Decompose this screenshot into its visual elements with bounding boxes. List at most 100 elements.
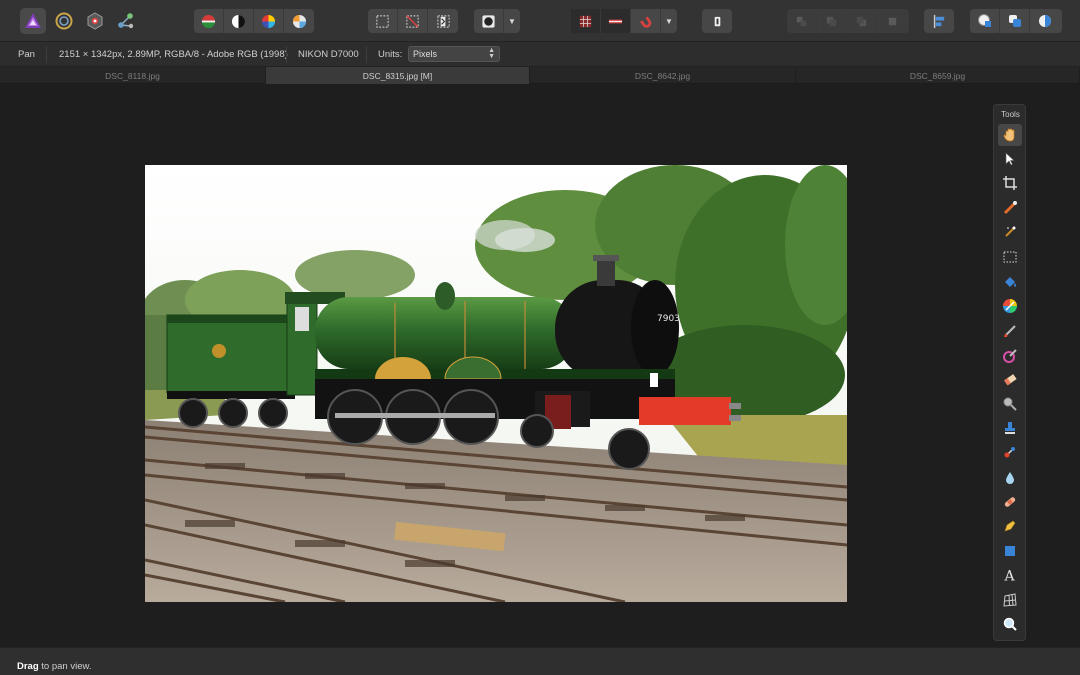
liquify-persona-icon <box>55 12 73 30</box>
select-all-button[interactable] <box>368 9 398 33</box>
number-plate: 7903 <box>657 314 680 324</box>
crop-tool-button[interactable] <box>998 172 1022 194</box>
rectangle-tool-button[interactable] <box>998 540 1022 562</box>
pen-tool-button[interactable] <box>998 515 1022 537</box>
tab-dsc-8659[interactable]: DSC_8659.jpg <box>796 67 1080 84</box>
subtract-button[interactable] <box>1000 9 1030 33</box>
image-info: 2151 × 1342px, 2.89MP, RGBA/8 - Adobe RG… <box>59 49 288 60</box>
paint-brush-button[interactable] <box>998 320 1022 342</box>
flood-fill-button[interactable] <box>998 271 1022 293</box>
magic-wand-icon <box>1005 226 1016 237</box>
tab-dsc-8118[interactable]: DSC_8118.jpg <box>0 67 266 84</box>
clone-stamp-icon <box>1005 422 1015 434</box>
quick-mask-dropdown[interactable]: ▼ <box>504 9 520 33</box>
selection-brush-button[interactable] <box>998 197 1022 219</box>
tools-panel: Tools A <box>993 104 1026 641</box>
snapping-dropdown[interactable]: ▼ <box>661 9 677 33</box>
paint-brush-icon <box>1004 325 1016 337</box>
white-balance-icon <box>292 14 306 28</box>
tab-dsc-8315[interactable]: DSC_8315.jpg [M] <box>266 67 530 84</box>
separator <box>286 46 287 63</box>
levels-icon <box>201 14 216 28</box>
mesh-warp-button[interactable] <box>998 589 1022 611</box>
move-front-icon <box>888 17 896 25</box>
move-tool-button[interactable] <box>998 148 1022 170</box>
magnet-icon <box>640 16 652 28</box>
color-replacement-button[interactable] <box>998 345 1022 367</box>
marquee-icon <box>1003 251 1017 263</box>
document-canvas[interactable]: 7903 <box>0 85 1080 647</box>
dodge-icon <box>1003 397 1017 411</box>
select-all-icon <box>376 14 389 28</box>
zoom-tool-button[interactable] <box>998 613 1022 635</box>
hand-icon <box>1003 128 1015 142</box>
text-icon: A <box>1004 569 1016 584</box>
tab-label: DSC_8642.jpg <box>634 70 691 81</box>
move-forward-one-icon <box>856 16 867 26</box>
invert-selection-button[interactable] <box>428 9 458 33</box>
add-shape-icon <box>977 14 991 27</box>
svg-text:A: A <box>1004 569 1016 584</box>
tab-label: DSC_8118.jpg <box>105 70 160 81</box>
develop-persona-icon <box>87 12 103 30</box>
mask-icon <box>714 16 720 26</box>
assistant-button[interactable] <box>601 9 631 33</box>
subtract-shape-icon <box>1008 15 1021 27</box>
develop-persona-button[interactable] <box>82 8 108 34</box>
units-select[interactable]: Pixels ▲ ▼ <box>408 46 500 62</box>
selection-group <box>368 9 458 33</box>
marquee-tool-button[interactable] <box>998 246 1022 268</box>
white-balance-button[interactable] <box>284 9 314 33</box>
deselect-icon <box>406 14 419 28</box>
quick-mask-icon <box>482 14 495 28</box>
export-persona-button[interactable] <box>113 8 139 34</box>
flood-select-button[interactable] <box>998 221 1022 243</box>
view-tool-button[interactable] <box>998 124 1022 146</box>
main-toolbar: ▼ ▼ <box>0 0 1080 42</box>
blur-brush-button[interactable] <box>998 467 1022 489</box>
photo-persona-button[interactable] <box>20 8 46 34</box>
context-toolbar: Pan 2151 × 1342px, 2.89MP, RGBA/8 - Adob… <box>0 42 1080 67</box>
mask-layer-button[interactable] <box>702 9 732 33</box>
status-hint-action: Drag <box>17 661 39 672</box>
status-hint: Drag to pan view. <box>17 661 91 672</box>
add-button[interactable] <box>970 9 1000 33</box>
selection-brush-icon <box>1003 201 1017 215</box>
align-button[interactable] <box>924 9 954 33</box>
units-value: Pixels <box>413 49 438 59</box>
gradient-tool-button[interactable] <box>998 295 1022 317</box>
clone-brush-button[interactable] <box>998 417 1022 439</box>
color-replacement-icon <box>1003 349 1017 363</box>
boolean-group <box>970 9 1062 33</box>
quick-mask-button[interactable] <box>474 9 504 33</box>
intersect-button[interactable] <box>1030 9 1060 33</box>
snapping-button[interactable] <box>631 9 661 33</box>
status-bar: Drag to pan view. <box>0 647 1080 675</box>
export-persona-icon <box>118 13 134 29</box>
red-eye-icon <box>1004 447 1015 458</box>
red-eye-button[interactable] <box>998 441 1022 463</box>
text-tool-button[interactable]: A <box>998 564 1022 586</box>
photo-image[interactable]: 7903 <box>145 165 847 602</box>
move-back-icon <box>796 16 807 26</box>
auto-colors-button[interactable] <box>254 9 284 33</box>
levels-button[interactable] <box>194 9 224 33</box>
separator <box>366 46 367 63</box>
tab-dsc-8642[interactable]: DSC_8642.jpg <box>530 67 796 84</box>
healing-brush-button[interactable] <box>998 491 1022 513</box>
grid-icon <box>579 15 592 27</box>
liquify-persona-button[interactable] <box>51 8 77 34</box>
deselect-button[interactable] <box>398 9 428 33</box>
dodge-brush-button[interactable] <box>998 393 1022 415</box>
auto-contrast-button[interactable] <box>224 9 254 33</box>
move-forward-one-button[interactable] <box>847 9 877 33</box>
erase-brush-button[interactable] <box>998 369 1022 391</box>
tab-label: DSC_8659.jpg <box>909 70 966 81</box>
move-back-one-button[interactable] <box>817 9 847 33</box>
move-to-front-button[interactable] <box>877 9 907 33</box>
grid-button[interactable] <box>571 9 601 33</box>
eraser-icon <box>1004 374 1017 386</box>
move-to-back-button[interactable] <box>787 9 817 33</box>
assistant-icon <box>608 19 623 23</box>
gradient-icon <box>1003 299 1017 313</box>
